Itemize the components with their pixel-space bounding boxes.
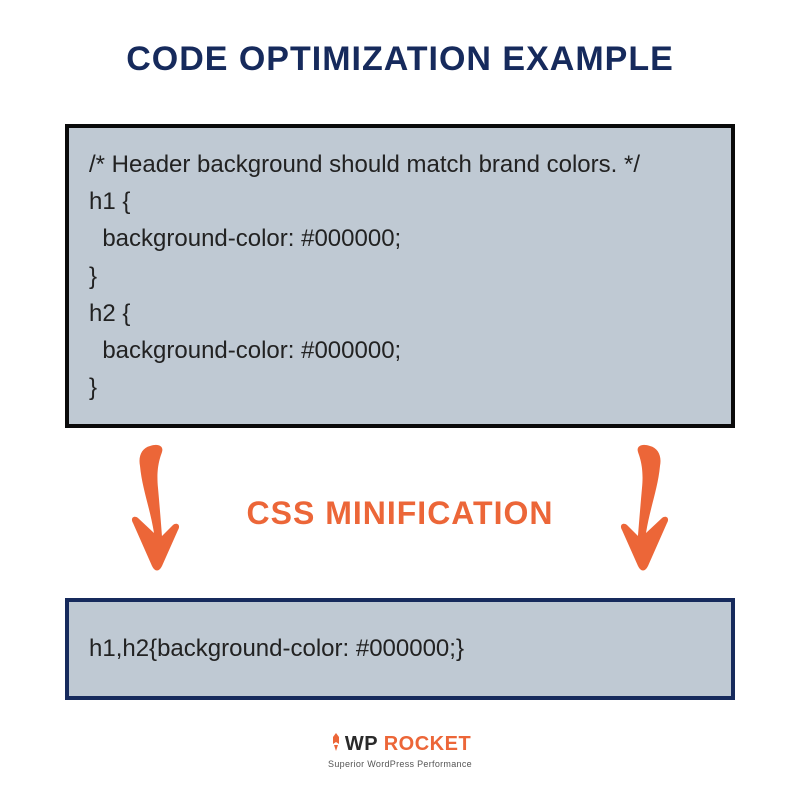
code-after-box: h1,h2{background-color: #000000;} [65, 598, 735, 699]
arrow-section: CSS MINIFICATION [65, 428, 735, 598]
code-before-box: /* Header background should match brand … [65, 124, 735, 428]
logo-text: WP ROCKET [65, 732, 735, 758]
minification-label: CSS MINIFICATION [247, 495, 554, 532]
arrow-down-icon [120, 438, 190, 593]
page-title: CODE OPTIMIZATION EXAMPLE [65, 40, 735, 79]
logo-tagline: Superior WordPress Performance [65, 759, 735, 769]
rocket-icon [329, 732, 343, 758]
brand-logo: WP ROCKET Superior WordPress Performance [65, 732, 735, 769]
arrow-down-icon [610, 438, 680, 593]
logo-wp-text: WP [345, 733, 378, 755]
logo-rocket-text: ROCKET [384, 733, 471, 755]
